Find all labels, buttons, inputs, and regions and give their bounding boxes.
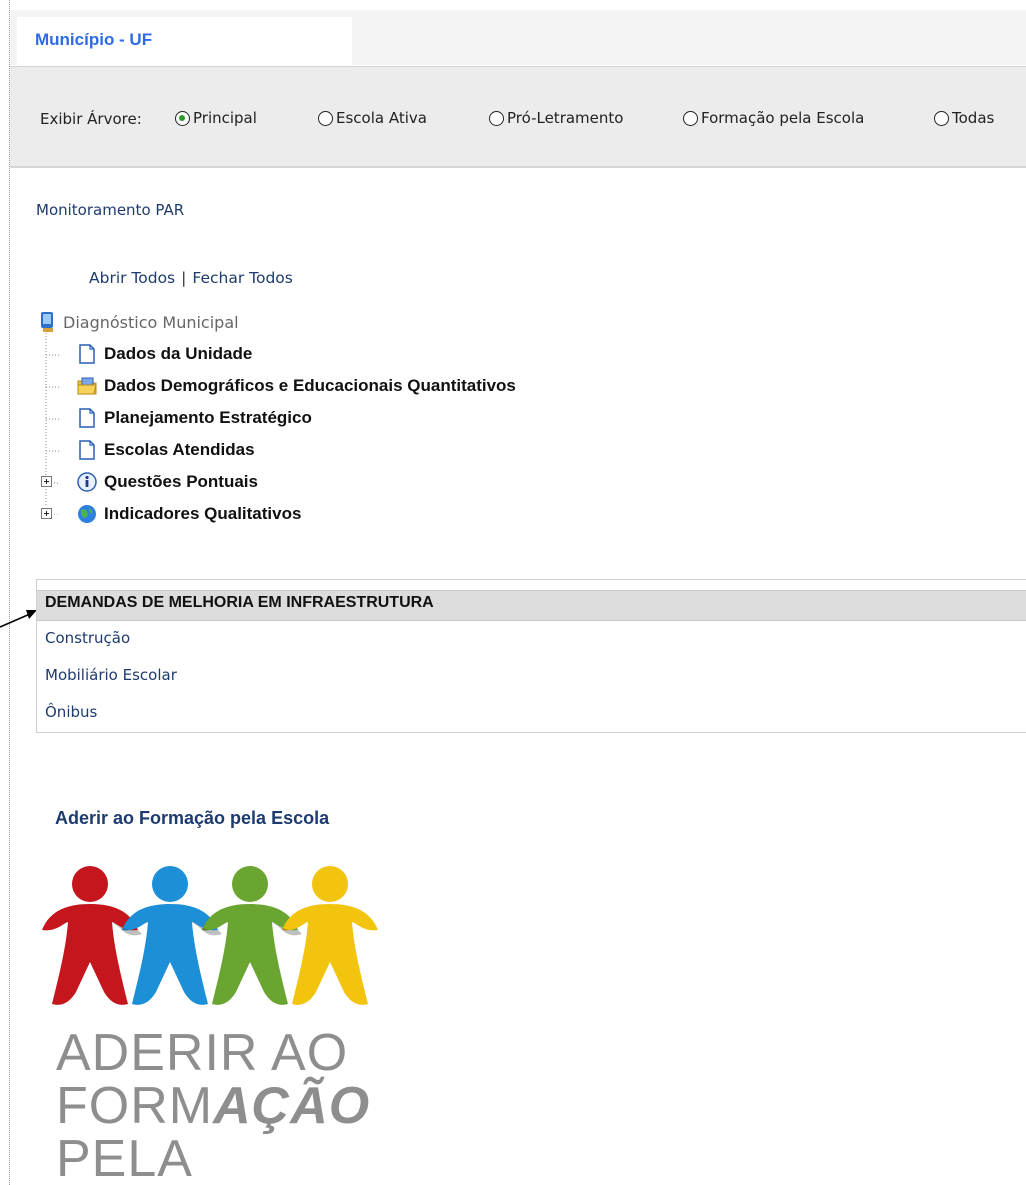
tree-item-indicadores-qualitativos[interactable]: Indicadores Qualitativos <box>76 503 301 525</box>
tree-item-dados-unidade[interactable]: Dados da Unidade <box>76 343 252 365</box>
logo-text-line-3: PELA ESCOLA <box>56 1130 191 1185</box>
section-title: Monitoramento PAR <box>36 201 185 219</box>
radio-circle-icon <box>683 110 698 126</box>
close-all-link[interactable]: Fechar Todos <box>192 269 292 287</box>
tree-item-label: Dados da Unidade <box>104 344 253 363</box>
arrow-annotation-icon <box>0 610 37 628</box>
radio-circle-icon <box>489 110 504 126</box>
radio-circle-icon <box>934 110 949 126</box>
people-logo-icon <box>42 866 378 1005</box>
tree-item-label: Escolas Atendidas <box>104 440 255 459</box>
adherir-title: Aderir ao Formação pela Escola <box>55 808 330 828</box>
logo-text-acao: AÇÃO <box>213 1077 371 1135</box>
radio-pro-letramento-label: Pró-Letramento <box>507 109 624 127</box>
demands-panel: DEMANDAS DE MELHORIA EM INFRAESTRUTURA C… <box>36 579 1026 733</box>
tab-municipio-label: Município - UF <box>35 30 153 49</box>
radio-todas[interactable]: Todas <box>934 109 994 127</box>
logo-text-line-2: FORMAÇÃO <box>56 1080 390 1132</box>
radio-circle-checked-icon <box>175 110 190 126</box>
logo-text-line-1: ADERIR AO <box>56 1024 349 1082</box>
demand-link-mobiliario[interactable]: Mobiliário Escolar <box>45 666 177 684</box>
tree-item-dados-demograficos[interactable]: Dados Demográficos e Educacionais Quanti… <box>76 375 516 397</box>
demands-panel-title: DEMANDAS DE MELHORIA EM INFRAESTRUTURA <box>45 594 434 611</box>
expand-plus-icon[interactable] <box>41 508 53 520</box>
tree-item-label: Indicadores Qualitativos <box>104 504 302 523</box>
radio-circle-icon <box>318 110 333 126</box>
tree-controls: Abrir Todos | Fechar Todos <box>89 269 293 287</box>
tree-item-planejamento[interactable]: Planejamento Estratégico <box>76 407 312 429</box>
radio-pro-letramento[interactable]: Pró-Letramento <box>489 109 623 127</box>
separator: | <box>181 269 187 287</box>
tree-item-label: Dados Demográficos e Educacionais Quanti… <box>104 376 516 395</box>
tree-item-label: Questões Pontuais <box>104 472 258 491</box>
tree-item-label: Planejamento Estratégico <box>104 408 312 427</box>
expand-plus-icon[interactable] <box>41 476 53 488</box>
info-icon <box>77 472 97 492</box>
globe-icon <box>78 505 96 523</box>
adherir-logo[interactable]: ADERIR AO FORMAÇÃO PELA ESCOLA <box>38 852 390 1185</box>
tree-root[interactable]: Diagnóstico Municipal <box>37 310 239 334</box>
document-icon <box>79 408 95 428</box>
demand-link-onibus[interactable]: Ônibus <box>45 703 97 721</box>
radio-principal-label: Principal <box>193 109 257 127</box>
folder-icon <box>77 377 97 395</box>
radio-formacao-pela-escola[interactable]: Formação pela Escola <box>683 109 864 127</box>
demand-link-construcao[interactable]: Construção <box>45 629 130 647</box>
tree-root-label: Diagnóstico Municipal <box>63 312 239 332</box>
radio-formacao-pela-escola-label: Formação pela Escola <box>701 109 865 127</box>
open-all-link[interactable]: Abrir Todos <box>89 269 175 287</box>
document-icon <box>79 344 95 364</box>
document-icon <box>79 440 95 460</box>
radio-principal[interactable]: Principal <box>175 109 257 127</box>
logo-text-form: FORM <box>56 1077 214 1135</box>
tree-selector-label: Exibir Árvore: <box>40 110 142 128</box>
tree-item-escolas-atendidas[interactable]: Escolas Atendidas <box>76 439 255 461</box>
radio-todas-label: Todas <box>952 109 995 127</box>
radio-escola-ativa[interactable]: Escola Ativa <box>318 109 427 127</box>
tree-item-questoes-pontuais[interactable]: Questões Pontuais <box>76 471 258 493</box>
computer-icon <box>41 312 53 332</box>
radio-escola-ativa-label: Escola Ativa <box>336 109 427 127</box>
